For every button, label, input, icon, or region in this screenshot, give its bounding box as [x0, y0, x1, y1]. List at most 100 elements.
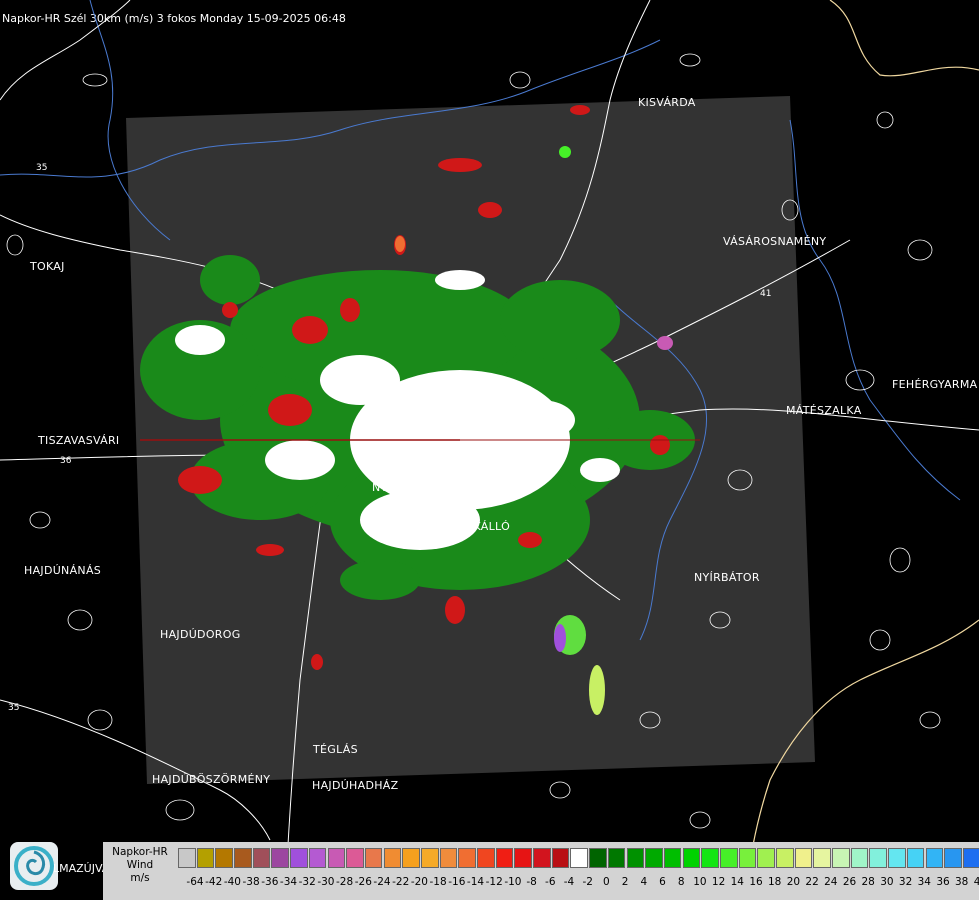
legend-tick-label: -26	[354, 876, 372, 888]
city-label-mateszalka: MÁTÉSZALKA	[786, 404, 862, 417]
legend-tick-label: 20	[786, 876, 801, 888]
legend-unit: m/s	[130, 872, 150, 884]
legend-swatch	[888, 848, 906, 868]
legend-label: Napkor-HR Wind m/s	[103, 846, 177, 885]
legend-tick-label: -14	[466, 876, 485, 888]
legend-swatch	[495, 848, 514, 868]
legend-swatch	[346, 848, 364, 868]
legend-swatch	[308, 848, 327, 868]
legend-tick-label: -34	[279, 876, 298, 888]
legend-swatch	[234, 848, 252, 868]
city-label-hajduhadhaz: HAJDÚHADHÁZ	[312, 779, 399, 792]
radar-map: 35 36 41 35	[0, 0, 979, 900]
legend-swatch	[364, 848, 383, 868]
legend-swatch	[327, 848, 346, 868]
legend-tick-label: -2	[582, 876, 593, 888]
legend-tick-label: 34	[917, 876, 931, 888]
legend-swatch	[645, 848, 663, 868]
city-label-tiszavasvari: TISZAVASVÁRI	[38, 434, 120, 447]
legend-tick-label: -36	[261, 876, 279, 888]
legend-swatch	[383, 848, 402, 868]
legend-tick-label: -64	[186, 876, 204, 888]
city-label-nyirbator: NYÍRBÁTOR	[694, 571, 760, 584]
legend-tick-label: -20	[410, 876, 428, 888]
legend-tick-label: 24	[824, 876, 838, 888]
legend-tick-label: 0	[603, 876, 610, 888]
legend-swatch	[533, 848, 551, 868]
city-label-teglas: TÉGLÁS	[313, 743, 358, 756]
legend-swatch	[682, 848, 701, 868]
legend-tick-label: 18	[768, 876, 782, 888]
legend-tick-label: -18	[429, 876, 447, 888]
legend-tick-label: 30	[880, 876, 894, 888]
city-label-kisvarda: KISVÁRDA	[638, 96, 696, 109]
legend-tick-label: 40	[973, 876, 979, 888]
road-number-label: 36	[60, 456, 72, 466]
legend-tick-label: 26	[842, 876, 857, 888]
legend-swatch	[906, 848, 925, 868]
legend-swatch	[944, 848, 962, 868]
legend-swatch	[178, 848, 196, 868]
legend-tick-label: -16	[448, 876, 466, 888]
legend-tick-label: 2	[621, 876, 629, 888]
legend-swatch	[850, 848, 869, 868]
legend-tick-label: 4	[640, 876, 648, 888]
legend-swatch	[402, 848, 420, 868]
legend-swatch	[776, 848, 794, 868]
napkor-logo-icon	[10, 842, 58, 890]
legend-swatch	[589, 848, 607, 868]
legend-tick-label: 32	[898, 876, 913, 888]
legend-tick-label: -30	[317, 876, 335, 888]
legend-tick-label: -8	[526, 876, 537, 888]
legend-swatch	[196, 848, 215, 868]
road-number-label: 35	[8, 703, 19, 713]
legend-tick-label: -12	[485, 876, 503, 888]
legend-tick-label: -32	[298, 876, 316, 888]
legend-swatch	[271, 848, 290, 868]
legend-tick-labels: -64 -42 -40 -38 -36 -34 -32 -30 -28 -26 -24 -22 -20-…	[178, 876, 979, 890]
legend-swatch	[626, 848, 645, 868]
legend-swatch	[794, 848, 813, 868]
city-label-vasarosnameny: VÁSÁROSNAMÉNY	[723, 235, 827, 248]
legend-swatch	[813, 848, 831, 868]
legend-swatch	[832, 848, 850, 868]
legend-swatch	[252, 848, 271, 868]
city-label-nyiregyhaza: NYÍREGYHÁZA	[372, 481, 454, 494]
legend-tick-label: 22	[805, 876, 819, 888]
legend-swatch	[607, 848, 626, 868]
city-label-hajdunanas: HAJDÚNÁNÁS	[24, 564, 102, 577]
legend-tick-label: 8	[677, 876, 685, 888]
legend-tick-label: -4	[563, 876, 575, 888]
city-label-hajduboszormeny: HAJDÚBÖSZÖRMÉNY	[152, 773, 271, 786]
legend-tick-label: 14	[730, 876, 744, 888]
legend-swatch	[420, 848, 439, 868]
legend-swatch	[701, 848, 719, 868]
legend-swatch	[458, 848, 476, 868]
wind-legend: Napkor-HR Wind m/s -64 -42 -40 -38 -36 -34 -32…	[103, 842, 979, 900]
legend-swatch	[719, 848, 738, 868]
legend-swatch	[514, 848, 532, 868]
legend-swatch	[757, 848, 775, 868]
legend-color-scale	[178, 848, 979, 868]
city-label-fehergyarmat: FEHÉRGYARMA	[892, 378, 978, 391]
legend-tick-label: -38	[242, 876, 260, 888]
legend-tick-label: -6	[545, 876, 556, 888]
legend-tick-label: -10	[504, 876, 522, 888]
legend-tick-label: -22	[392, 876, 410, 888]
legend-tick-label: -24	[373, 876, 391, 888]
legend-swatch	[477, 848, 495, 868]
legend-swatch	[439, 848, 458, 868]
legend-source: Napkor-HR	[112, 846, 168, 858]
legend-quantity: Wind	[126, 859, 154, 871]
legend-tick-label: 6	[659, 876, 666, 888]
legend-swatch	[215, 848, 233, 868]
legend-swatch	[738, 848, 757, 868]
legend-tick-label: 28	[861, 876, 875, 888]
legend-tick-label: -28	[336, 876, 354, 888]
legend-swatch	[663, 848, 682, 868]
city-label-tokaj: TOKAJ	[30, 260, 65, 273]
legend-tick-label: 38	[955, 876, 969, 888]
legend-swatch	[290, 848, 308, 868]
city-label-hajdudorog: HAJDÚDOROG	[160, 628, 241, 641]
legend-tick-label: -42	[205, 876, 223, 888]
